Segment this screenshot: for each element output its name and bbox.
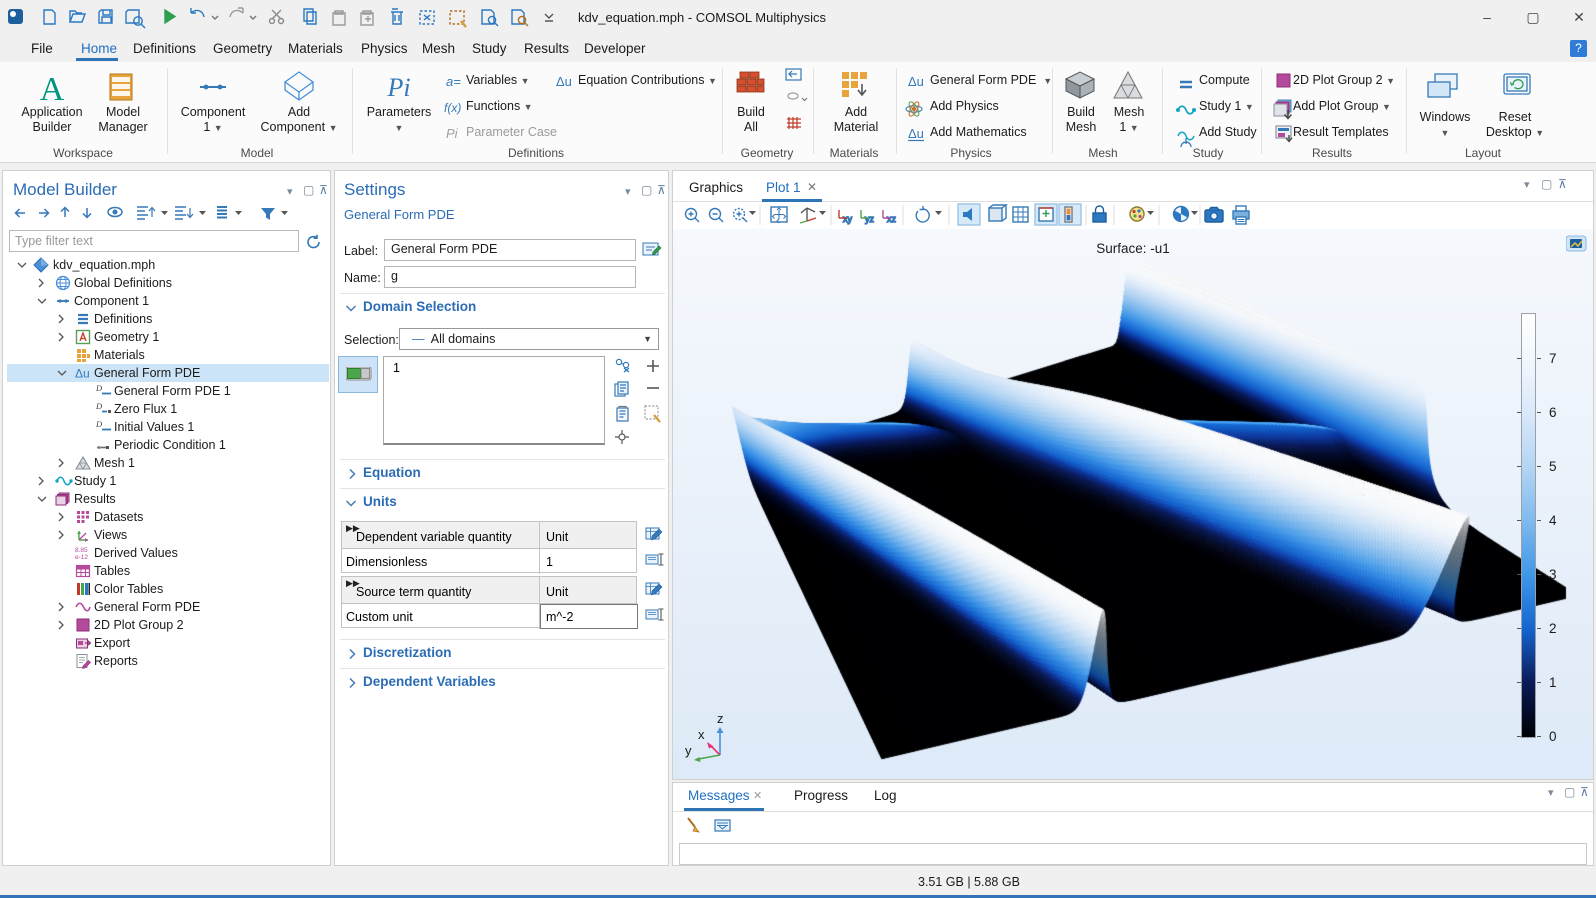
svg-text:8.85: 8.85 bbox=[75, 547, 88, 554]
svg-text:3: 3 bbox=[1549, 567, 1557, 582]
svg-text:e-12: e-12 bbox=[75, 554, 88, 561]
svg-text:xz: xz bbox=[887, 214, 897, 224]
svg-text:A: A bbox=[40, 71, 65, 108]
svg-text:Δu: Δu bbox=[75, 367, 90, 381]
svg-text:yz: yz bbox=[865, 214, 875, 224]
svg-text:Δu: Δu bbox=[908, 74, 924, 89]
svg-text:D: D bbox=[95, 383, 103, 393]
svg-text:4: 4 bbox=[1549, 513, 1557, 528]
svg-text:Pi: Pi bbox=[446, 126, 459, 141]
svg-text:xy: xy bbox=[843, 214, 853, 224]
svg-text:D: D bbox=[95, 401, 103, 411]
svg-text:z: z bbox=[717, 711, 724, 726]
svg-text:6: 6 bbox=[1549, 405, 1557, 420]
svg-text:x: x bbox=[698, 727, 705, 742]
svg-text:Pi: Pi bbox=[386, 73, 410, 102]
svg-text:7: 7 bbox=[1549, 351, 1557, 366]
svg-text:f(x): f(x) bbox=[444, 101, 461, 115]
svg-text:5: 5 bbox=[1549, 459, 1557, 474]
svg-text:0: 0 bbox=[1549, 729, 1557, 743]
svg-text:y: y bbox=[685, 743, 692, 758]
svg-text:2: 2 bbox=[1549, 621, 1557, 636]
svg-text:D: D bbox=[95, 419, 103, 429]
svg-text:Δu: Δu bbox=[908, 126, 924, 141]
svg-text:Δu: Δu bbox=[556, 74, 572, 89]
svg-text:1: 1 bbox=[1549, 675, 1557, 690]
svg-text:a=: a= bbox=[446, 74, 461, 89]
